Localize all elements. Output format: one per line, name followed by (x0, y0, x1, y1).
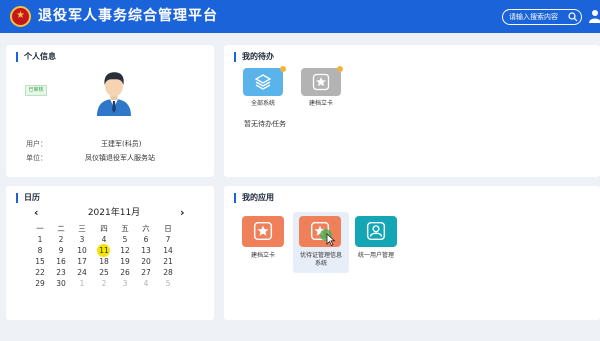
status-badge: 已审核 (25, 85, 47, 96)
star-icon (253, 221, 273, 241)
weekday-header: 二 (57, 224, 65, 233)
todo-panel: 我的待办 (224, 45, 600, 177)
calendar-day[interactable]: 14 (159, 246, 177, 256)
top-bar: ★ 退役军人事务综合管理平台 (0, 0, 600, 33)
calendar-day[interactable]: 12 (116, 246, 134, 256)
todo-tile-label: 建档立卡 (308, 100, 333, 107)
calendar-day[interactable]: 22 (31, 268, 49, 278)
calendar-day[interactable]: 2 (52, 235, 70, 245)
weekday-header: 日 (164, 224, 172, 233)
unit-value: 凤仪镇退役军人服务站 (85, 154, 155, 162)
profile-panel-title: 个人信息 (16, 52, 56, 62)
app-tile-user-management[interactable] (355, 216, 397, 247)
app-tile-label: 优待证管理信息 (299, 252, 342, 259)
calendar-day[interactable]: 3 (73, 235, 91, 245)
avatar (97, 72, 131, 116)
calendar-day[interactable]: 11 (95, 246, 113, 256)
todo-tile-archive[interactable] (301, 68, 341, 96)
calendar-day[interactable]: 9 (52, 246, 70, 256)
search-icon[interactable] (568, 12, 578, 22)
todo-badge (337, 66, 343, 72)
next-month-button[interactable]: › (180, 206, 185, 219)
calendar-day[interactable]: 13 (137, 246, 155, 256)
app-tile-label-line2: 系统 (314, 260, 327, 267)
user-label: 用户： (26, 140, 47, 148)
weekday-header: 三 (78, 224, 86, 233)
weekday-header: 六 (142, 224, 150, 233)
calendar-day[interactable]: 17 (73, 257, 91, 267)
star-icon (312, 73, 330, 91)
calendar-day[interactable]: 10 (73, 246, 91, 256)
todo-tile-all-systems[interactable] (243, 68, 283, 96)
calendar-day[interactable]: 16 (52, 257, 70, 267)
calendar-day[interactable]: 23 (52, 268, 70, 278)
calendar-day[interactable]: 5 (116, 235, 134, 245)
app-tile-label: 统一用户管理 (357, 252, 394, 259)
calendar-day[interactable]: 25 (95, 268, 113, 278)
calendar-day[interactable]: 24 (73, 268, 91, 278)
calendar-day[interactable]: 5 (159, 279, 177, 289)
prev-month-button[interactable]: ‹ (34, 206, 39, 219)
calendar-day[interactable]: 30 (52, 279, 70, 289)
app-tile-archive[interactable] (242, 216, 284, 247)
todo-tile-label: 全部系统 (250, 100, 275, 107)
weekday-header: 五 (121, 224, 129, 233)
calendar-day[interactable]: 7 (159, 235, 177, 245)
weekday-header: 一 (36, 224, 44, 233)
calendar-day[interactable]: 2 (95, 279, 113, 289)
calendar-panel-title: 日历 (16, 193, 40, 203)
search-input[interactable] (509, 10, 567, 24)
calendar-day[interactable]: 21 (159, 257, 177, 267)
todo-panel-title: 我的待办 (234, 52, 274, 62)
app-title: 退役军人事务综合管理平台 (38, 8, 218, 24)
mouse-cursor-icon (320, 229, 336, 246)
apps-panel-title: 我的应用 (234, 193, 274, 203)
calendar-day[interactable]: 15 (31, 257, 49, 267)
calendar-day[interactable]: 4 (95, 235, 113, 245)
layers-icon (254, 74, 272, 90)
calendar-day[interactable]: 20 (137, 257, 155, 267)
calendar-day[interactable]: 27 (137, 268, 155, 278)
user-badge-icon (366, 221, 386, 241)
calendar-month-label: 2021年11月 (87, 208, 141, 218)
national-emblem-logo: ★ (10, 6, 31, 27)
app-tile-label: 建档立卡 (250, 252, 275, 259)
calendar-day[interactable]: 29 (31, 279, 49, 289)
calendar-day[interactable]: 8 (31, 246, 49, 256)
calendar-day[interactable]: 26 (116, 268, 134, 278)
empty-todo-text: 暂无待办任务 (244, 120, 286, 128)
calendar-day[interactable]: 1 (73, 279, 91, 289)
calendar-day[interactable]: 28 (159, 268, 177, 278)
calendar-day[interactable]: 1 (31, 235, 49, 245)
calendar-day[interactable]: 3 (116, 279, 134, 289)
unit-label: 单位： (26, 154, 47, 162)
calendar-day[interactable]: 6 (137, 235, 155, 245)
search-box[interactable] (502, 9, 582, 25)
user-icon[interactable] (589, 9, 600, 23)
weekday-header: 四 (100, 224, 108, 233)
calendar-day[interactable]: 18 (95, 257, 113, 267)
user-value: 王建军(科员) (101, 140, 142, 148)
todo-badge (280, 66, 286, 72)
calendar-day[interactable]: 4 (137, 279, 155, 289)
calendar-day[interactable]: 19 (116, 257, 134, 267)
